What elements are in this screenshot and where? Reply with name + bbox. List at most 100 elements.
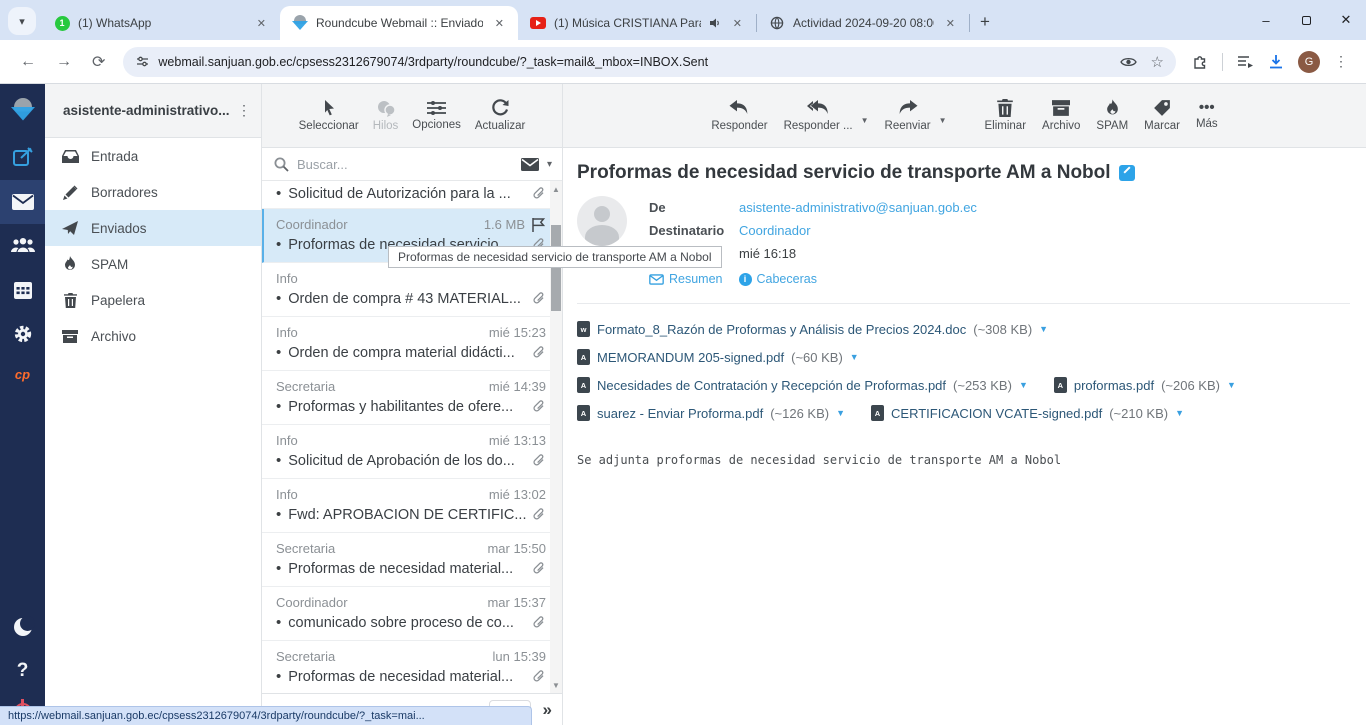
cpanel-icon[interactable]: cp: [0, 356, 45, 392]
attachment-menu-icon[interactable]: ▼: [1039, 324, 1048, 334]
message-row[interactable]: Info mié 13:02 • Fwd: APROBACION DE CERT…: [262, 479, 550, 533]
message-row[interactable]: Secretaria mar 15:50 • Proformas de nece…: [262, 533, 550, 587]
refresh-button[interactable]: Actualizar: [475, 99, 526, 132]
eye-icon[interactable]: [1120, 56, 1137, 68]
message-row[interactable]: • Solicitud de Autorización para la ...: [262, 181, 550, 209]
new-tab-button[interactable]: +: [970, 12, 1000, 32]
tab-whatsapp[interactable]: 1 (1) WhatsApp ✕: [42, 6, 280, 40]
attachment-link[interactable]: A proformas.pdf (~206 KB) ▼: [1054, 377, 1236, 393]
forward-button[interactable]: →: [46, 53, 82, 71]
settings-nav-button[interactable]: [0, 312, 45, 356]
reading-list-icon[interactable]: [1237, 55, 1254, 69]
reload-button[interactable]: ⟳: [82, 52, 115, 72]
to-address-link[interactable]: Coordinador: [739, 223, 811, 238]
reply-all-button[interactable]: Responder ...: [784, 99, 853, 132]
folder-archivo[interactable]: Archivo: [45, 318, 261, 354]
forward-dropdown-icon[interactable]: ▼: [939, 116, 947, 125]
tab-roundcube[interactable]: Roundcube Webmail :: Enviado: ✕: [280, 6, 518, 40]
pdf-file-icon: A: [577, 377, 590, 393]
roundcube-logo[interactable]: [0, 84, 45, 136]
archive-icon: [61, 330, 79, 343]
from-address-link[interactable]: asistente-administrativo@sanjuan.gob.ec: [739, 200, 977, 215]
attachment-link[interactable]: A suarez - Enviar Proforma.pdf (~126 KB)…: [577, 405, 845, 421]
scroll-up-icon[interactable]: ▲: [550, 183, 562, 195]
close-window-button[interactable]: ✕: [1326, 12, 1366, 28]
attachment-menu-icon[interactable]: ▼: [1227, 380, 1236, 390]
scroll-down-icon[interactable]: ▼: [550, 679, 562, 691]
message-row[interactable]: Info • Orden de compra # 43 MATERIAL...: [262, 263, 550, 317]
select-button[interactable]: Seleccionar: [299, 99, 359, 132]
delete-button[interactable]: Eliminar: [985, 99, 1027, 132]
scrollbar-thumb[interactable]: [551, 225, 561, 311]
minimize-button[interactable]: –: [1246, 13, 1286, 28]
options-button[interactable]: Opciones: [412, 100, 461, 131]
tab-search-button[interactable]: ▾: [8, 7, 36, 35]
reply-button[interactable]: Responder: [711, 99, 767, 132]
message-sender: Secretaria: [276, 649, 487, 664]
more-button[interactable]: ••• Más: [1196, 101, 1218, 130]
close-icon[interactable]: ✕: [729, 15, 746, 32]
edit-subject-icon[interactable]: [1119, 165, 1135, 181]
options-icon: [427, 100, 446, 116]
download-icon[interactable]: [1268, 54, 1284, 70]
folder-spam[interactable]: SPAM: [45, 246, 261, 282]
audio-speaker-icon[interactable]: [709, 17, 721, 29]
attachment-menu-icon[interactable]: ▼: [850, 352, 859, 362]
attachment-link[interactable]: A MEMORANDUM 205-signed.pdf (~60 KB) ▼: [577, 349, 859, 365]
spam-button[interactable]: SPAM: [1096, 99, 1128, 132]
paperclip-icon: [533, 562, 546, 576]
reply-all-dropdown-icon[interactable]: ▼: [861, 116, 869, 125]
attachment-menu-icon[interactable]: ▼: [1019, 380, 1028, 390]
bookmark-star-icon[interactable]: ☆: [1151, 53, 1164, 71]
url-text[interactable]: webmail.sanjuan.gob.ec/cpsess2312679074/…: [158, 55, 1111, 69]
message-row[interactable]: Secretaria lun 15:39 • Proformas de nece…: [262, 641, 550, 693]
attachment-menu-icon[interactable]: ▼: [1175, 408, 1184, 418]
calendar-nav-button[interactable]: [0, 268, 45, 312]
search-input[interactable]: [297, 157, 513, 172]
forward-button[interactable]: Reenviar: [885, 99, 931, 132]
site-settings-icon[interactable]: [135, 54, 150, 69]
folder-papelera[interactable]: Papelera: [45, 282, 261, 318]
message-row[interactable]: Info mié 15:23 • Orden de compra materia…: [262, 317, 550, 371]
dark-mode-icon[interactable]: [0, 605, 45, 649]
back-button[interactable]: ←: [10, 53, 46, 71]
summary-link[interactable]: Resumen: [649, 272, 723, 286]
folder-enviados[interactable]: Enviados: [45, 210, 261, 246]
search-scope-envelope-icon[interactable]: [521, 158, 539, 171]
headers-link[interactable]: i Cabeceras: [739, 272, 817, 286]
close-icon[interactable]: ✕: [942, 15, 959, 32]
attachment-link[interactable]: A CERTIFICACION VCATE-signed.pdf (~210 K…: [871, 405, 1184, 421]
address-bar[interactable]: webmail.sanjuan.gob.ec/cpsess2312679074/…: [123, 47, 1176, 77]
attachment-link[interactable]: w Formato_8_Razón de Proformas y Análisi…: [577, 321, 1048, 337]
extensions-icon[interactable]: [1192, 54, 1208, 70]
close-icon[interactable]: ✕: [491, 15, 508, 32]
browser-menu-icon[interactable]: ⋮: [1334, 53, 1348, 70]
folder-borradores[interactable]: Borradores: [45, 174, 261, 210]
archive-button[interactable]: Archivo: [1042, 99, 1080, 132]
expand-list-icon[interactable]: »: [543, 700, 552, 720]
mail-nav-button[interactable]: [0, 180, 45, 224]
close-icon[interactable]: ✕: [253, 15, 270, 32]
tab-actividad[interactable]: Actividad 2024-09-20 08:00:00 ✕: [757, 6, 969, 40]
folder-entrada[interactable]: Entrada: [45, 138, 261, 174]
help-icon[interactable]: ?: [0, 649, 45, 693]
message-row[interactable]: Coordinador mar 15:37 • comunicado sobre…: [262, 587, 550, 641]
tab-youtube[interactable]: (1) Música CRISTIANA Para ✕: [518, 6, 756, 40]
mark-button[interactable]: Marcar: [1144, 99, 1180, 132]
threads-button[interactable]: Hilos: [373, 100, 399, 132]
maximize-button[interactable]: [1286, 13, 1326, 28]
search-options-chevron-icon[interactable]: ▾: [547, 159, 552, 170]
folder-menu-icon[interactable]: ⋮: [237, 102, 251, 119]
contacts-nav-button[interactable]: [0, 224, 45, 268]
message-row[interactable]: Secretaria mié 14:39 • Proformas y habil…: [262, 371, 550, 425]
compose-button[interactable]: [0, 136, 45, 180]
message-date: mar 15:37: [487, 595, 546, 610]
folder-label: Archivo: [91, 329, 136, 344]
flag-icon[interactable]: [531, 217, 546, 232]
forward-icon: [897, 99, 919, 117]
message-subject: Solicitud de Aprobación de los do...: [288, 453, 526, 469]
message-row[interactable]: Info mié 13:13 • Solicitud de Aprobación…: [262, 425, 550, 479]
attachment-menu-icon[interactable]: ▼: [836, 408, 845, 418]
attachment-link[interactable]: A Necesidades de Contratación y Recepció…: [577, 377, 1028, 393]
profile-avatar[interactable]: G: [1298, 51, 1320, 73]
